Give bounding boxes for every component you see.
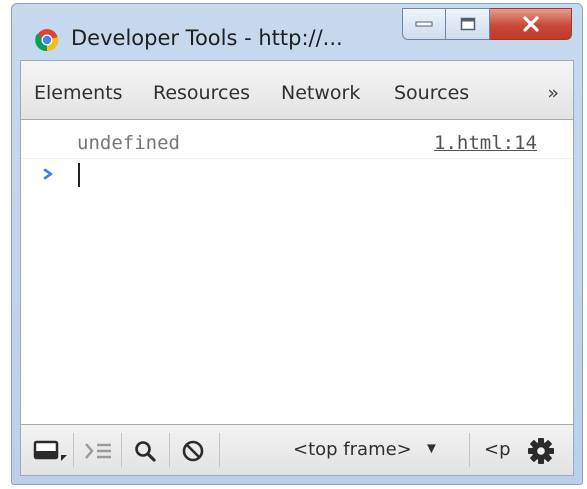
- clear-console-icon[interactable]: [179, 439, 209, 463]
- text-cursor: [78, 163, 80, 187]
- title-bar[interactable]: Developer Tools - http://...: [12, 4, 582, 60]
- status-bar-separator: [169, 433, 170, 467]
- show-console-icon[interactable]: [81, 439, 117, 463]
- status-bar-separator: [219, 433, 220, 467]
- tab-elements[interactable]: Elements: [34, 82, 123, 104]
- status-bar-separator: [121, 433, 122, 467]
- secondary-select[interactable]: <p: [484, 439, 511, 460]
- chrome-logo-icon: [35, 29, 58, 52]
- devtools-content: Elements Resources Network Sources » und…: [20, 60, 574, 476]
- minimize-icon: [415, 21, 433, 27]
- frame-select-arrow-icon[interactable]: ▼: [424, 440, 439, 457]
- close-icon: [522, 16, 539, 32]
- settings-icon[interactable]: [526, 436, 556, 466]
- status-bar-separator: [73, 433, 74, 467]
- status-bar: <top frame> ▼ <p: [21, 424, 573, 475]
- minimize-button[interactable]: [402, 8, 446, 40]
- devtools-window: Developer Tools - http://... Elements Re…: [11, 3, 583, 485]
- console-source-link[interactable]: 1.html:14: [434, 132, 537, 154]
- maximize-icon: [460, 17, 475, 31]
- close-button[interactable]: [490, 8, 572, 40]
- more-tabs-button[interactable]: »: [547, 82, 559, 104]
- dock-icon[interactable]: [33, 439, 67, 463]
- tab-network[interactable]: Network: [281, 82, 360, 104]
- tab-resources[interactable]: Resources: [153, 82, 250, 104]
- search-icon[interactable]: [131, 439, 161, 463]
- panel-tabs: Elements Resources Network Sources »: [21, 61, 573, 120]
- window-title: Developer Tools - http://...: [71, 26, 343, 50]
- maximize-button[interactable]: [446, 8, 490, 40]
- console-panel: undefined 1.html:14: [21, 120, 573, 425]
- window-controls: [402, 8, 572, 42]
- prompt-chevron-icon: [43, 168, 53, 180]
- status-bar-separator: [469, 433, 470, 467]
- console-message-text: undefined: [77, 132, 180, 154]
- tab-sources[interactable]: Sources: [394, 82, 469, 104]
- console-prompt[interactable]: [21, 160, 573, 190]
- console-input[interactable]: [77, 162, 553, 188]
- console-message: undefined 1.html:14: [21, 120, 573, 159]
- frame-select[interactable]: <top frame>: [293, 439, 412, 460]
